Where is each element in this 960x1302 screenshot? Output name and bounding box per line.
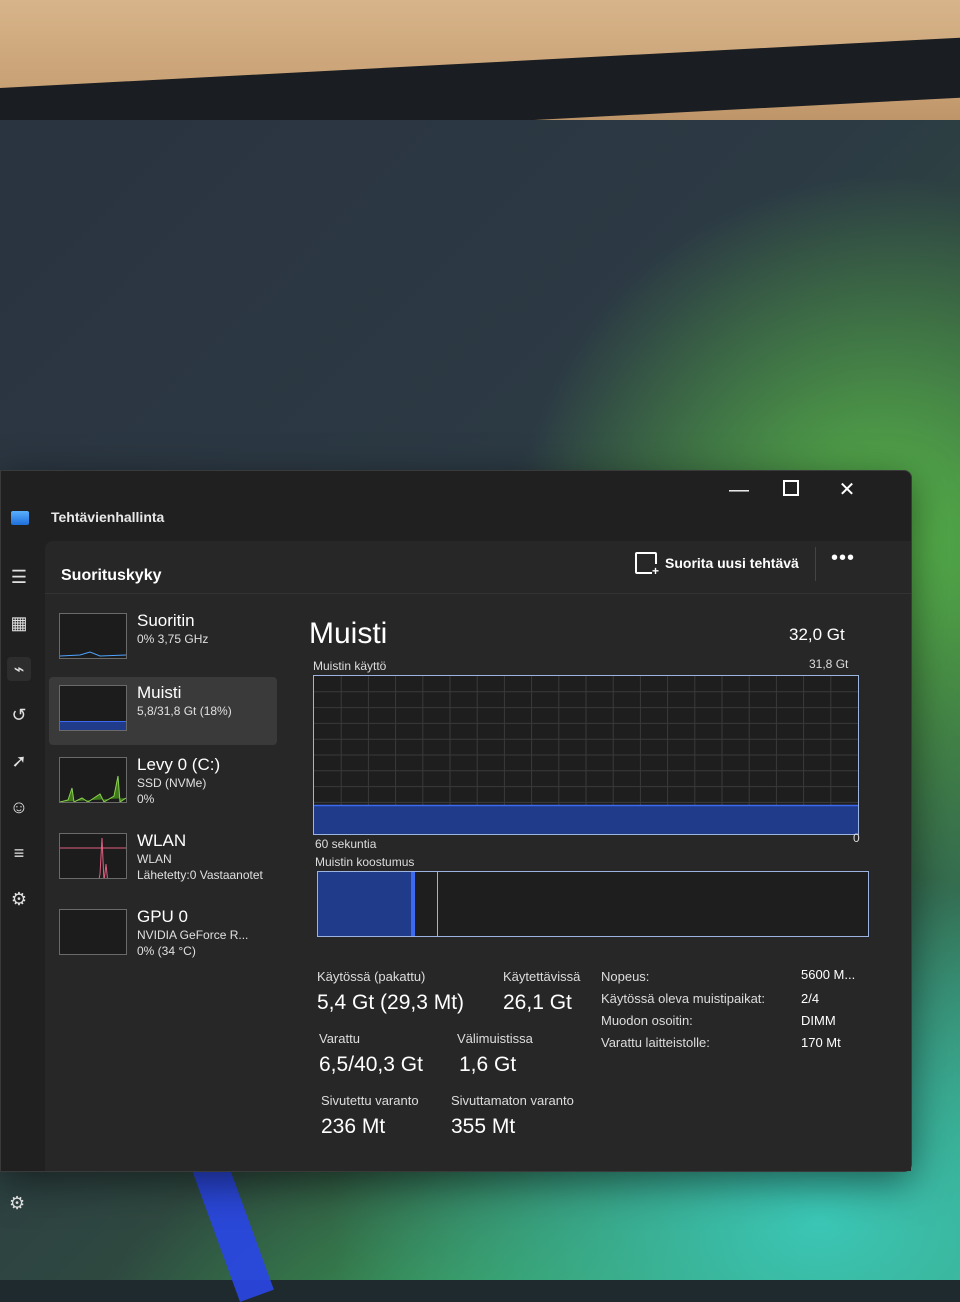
- memory-usage-svg: [314, 676, 858, 834]
- device-detail: 5,8/31,8 Gt (18%): [137, 704, 232, 718]
- close-button[interactable]: ✕: [827, 475, 867, 505]
- slots-label: Käytössä oleva muistipaikat:: [601, 991, 766, 1006]
- available-value: 26,1 Gt: [503, 991, 572, 1014]
- task-manager-window: Tehtävienhallinta — ✕ ☰ ▦ ⌁ ↺ ➚ ☺ ≡ ⚙ ⚙ …: [0, 470, 912, 1213]
- settings-gear-icon[interactable]: ⚙: [9, 1193, 25, 1214]
- performance-pane: Suorituskyky Suorita uusi tehtävä ••• Su…: [45, 541, 911, 1171]
- paged-pool-value: 236 Mt: [321, 1115, 386, 1138]
- graph-time-label: 60 sekuntia: [315, 837, 377, 851]
- services-icon[interactable]: ⚙: [7, 887, 31, 911]
- cached-value: 1,6 Gt: [459, 1053, 517, 1076]
- nonpaged-pool-value: 355 Mt: [451, 1115, 516, 1138]
- in-use-label: Käytössä (pakattu): [317, 969, 426, 984]
- device-detail: SSD (NVMe): [137, 776, 207, 790]
- performance-icon[interactable]: ⌁: [7, 657, 31, 681]
- memory-usage-max: 31,8 Gt: [809, 657, 849, 671]
- memory-usage-area: [314, 805, 858, 834]
- run-new-task-label: Suorita uusi tehtävä: [665, 555, 799, 571]
- device-item-disk[interactable]: Levy 0 (C:) SSD (NVMe) 0%: [49, 749, 277, 817]
- device-name: Levy 0 (C:): [137, 755, 221, 774]
- hardware-reserved-label: Varattu laitteistolle:: [601, 1035, 710, 1050]
- available-label: Käytettävissä: [503, 969, 581, 984]
- composition-in-use: [318, 872, 411, 936]
- page-header: Suorituskyky Suorita uusi tehtävä •••: [45, 541, 911, 594]
- new-task-icon: [635, 552, 660, 578]
- hamburger-menu-icon[interactable]: ☰: [7, 565, 31, 589]
- memory-composition-label: Muistin koostumus: [315, 855, 415, 869]
- disk-mini-graph: [59, 757, 127, 803]
- memory-total: 32,0 Gt: [789, 625, 845, 644]
- memory-mini-graph: [59, 685, 127, 731]
- page-title: Suorituskyky: [61, 567, 162, 584]
- device-item-memory[interactable]: Muisti 5,8/31,8 Gt (18%): [49, 677, 277, 745]
- paged-pool-label: Sivutettu varanto: [321, 1093, 419, 1108]
- startup-apps-icon[interactable]: ➚: [7, 749, 31, 773]
- form-factor-value: DIMM: [801, 1013, 836, 1028]
- graph-zero-label: 0: [853, 831, 860, 845]
- nav-rail: ☰ ▦ ⌁ ↺ ➚ ☺ ≡ ⚙ ⚙: [1, 541, 45, 1213]
- hardware-reserved-value: 170 Mt: [801, 1035, 841, 1050]
- device-detail-2: 0% (34 °C): [137, 944, 196, 958]
- gpu-mini-graph: [59, 909, 127, 955]
- form-factor-label: Muodon osoitin:: [601, 1013, 693, 1028]
- memory-usage-graph: [313, 675, 859, 835]
- more-options-button[interactable]: •••: [831, 547, 855, 570]
- wlan-mini-graph: [59, 833, 127, 879]
- details-icon[interactable]: ≡: [7, 841, 31, 865]
- run-new-task-button[interactable]: Suorita uusi tehtävä: [635, 545, 799, 581]
- memory-usage-label: Muistin käyttö: [313, 659, 387, 673]
- maximize-icon: [783, 480, 799, 496]
- device-name: WLAN: [137, 831, 187, 850]
- maximize-button[interactable]: [771, 475, 811, 505]
- speed-value: 5600 M...: [801, 967, 856, 982]
- speed-label: Nopeus:: [601, 969, 650, 984]
- cpu-mini-graph: [59, 613, 127, 659]
- device-item-gpu[interactable]: GPU 0 NVIDIA GeForce R... 0% (34 °C): [49, 901, 277, 969]
- device-detail: 0% 3,75 GHz: [137, 632, 209, 646]
- device-name: GPU 0: [137, 907, 189, 926]
- device-name: Muisti: [137, 683, 182, 702]
- minimize-button[interactable]: —: [719, 475, 759, 505]
- app-history-icon[interactable]: ↺: [7, 703, 31, 727]
- window-title: Tehtävienhallinta: [51, 509, 165, 525]
- device-detail-2: Lähetetty:0 Vastaanotet: [137, 868, 263, 882]
- composition-standby: [415, 872, 438, 936]
- committed-value: 6,5/40,3 Gt: [319, 1053, 423, 1076]
- device-item-wlan[interactable]: WLAN WLAN Lähetetty:0 Vastaanotet: [49, 825, 277, 893]
- nonpaged-pool-label: Sivuttamaton varanto: [451, 1093, 574, 1108]
- task-manager-icon: [11, 511, 29, 525]
- device-detail-2: 0%: [137, 792, 155, 806]
- slots-value: 2/4: [801, 991, 820, 1006]
- in-use-value: 5,4 Gt (29,3 Mt): [317, 991, 465, 1014]
- users-icon[interactable]: ☺: [7, 795, 31, 819]
- memory-title: Muisti: [309, 617, 388, 650]
- memory-composition-bar: [317, 871, 869, 937]
- cached-label: Välimuistissa: [457, 1031, 533, 1046]
- committed-label: Varattu: [319, 1031, 360, 1046]
- device-name: Suoritin: [137, 611, 195, 630]
- device-detail: NVIDIA GeForce R...: [137, 928, 249, 942]
- device-detail: WLAN: [137, 852, 172, 866]
- processes-icon[interactable]: ▦: [7, 611, 31, 635]
- titlebar[interactable]: Tehtävienhallinta — ✕: [1, 471, 911, 541]
- device-item-cpu[interactable]: Suoritin 0% 3,75 GHz: [49, 605, 277, 673]
- header-divider: [815, 547, 816, 581]
